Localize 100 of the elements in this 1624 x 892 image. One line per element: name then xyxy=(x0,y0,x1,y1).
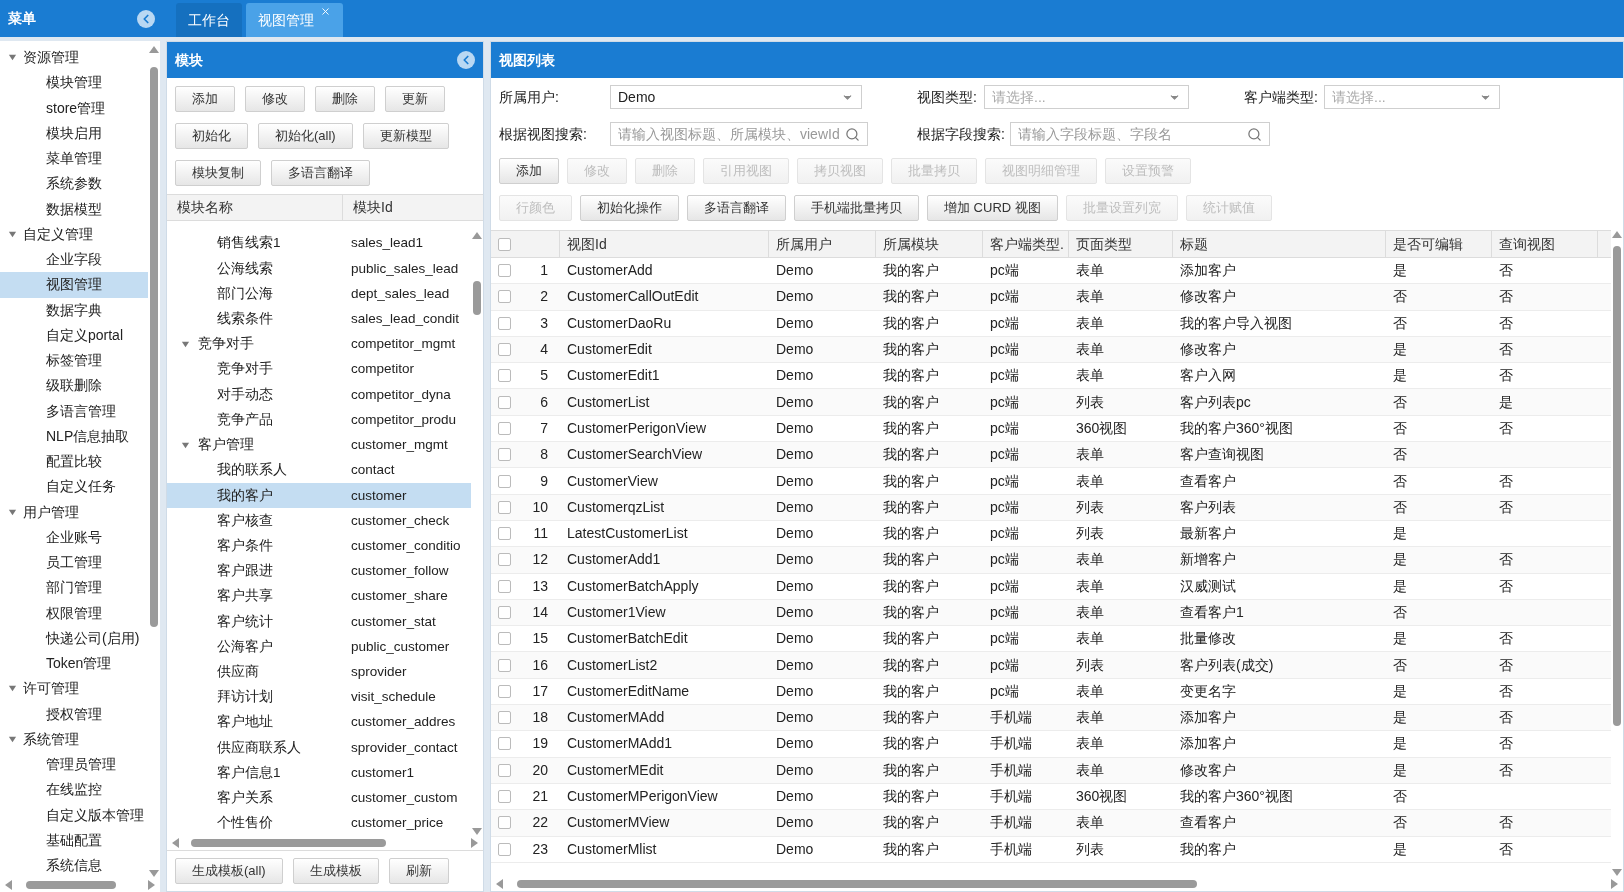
scroll-up-icon[interactable] xyxy=(472,231,482,239)
checkbox[interactable] xyxy=(498,421,511,435)
tab[interactable]: 工作台 xyxy=(176,3,242,37)
tree-row[interactable]: 客户核查 customer_check xyxy=(167,508,471,534)
column-header[interactable]: 标题 xyxy=(1173,231,1386,257)
checkbox[interactable] xyxy=(498,316,511,330)
scroll-thumb[interactable] xyxy=(26,881,116,889)
tree-row[interactable]: 拜访计划 visit_schedule xyxy=(167,684,471,710)
scroll-up-icon[interactable] xyxy=(149,45,159,53)
tree-item[interactable]: NLP信息抽取 xyxy=(0,423,148,449)
tree-row[interactable]: 公海线索 public_sales_lead xyxy=(167,256,471,282)
tree-row[interactable]: 客户地址 customer_addres xyxy=(167,709,471,736)
tree-item[interactable]: 模块管理 xyxy=(0,70,148,96)
scroll-left-icon[interactable] xyxy=(495,879,503,889)
tree-item[interactable]: 基础配置 xyxy=(0,827,148,853)
caret-icon[interactable] xyxy=(8,684,17,694)
toolbar-button[interactable]: 手机端批量拷贝 xyxy=(794,195,919,221)
close-icon[interactable] xyxy=(320,6,331,17)
scroll-left-icon[interactable] xyxy=(4,880,12,890)
scroll-down-icon[interactable] xyxy=(1612,869,1622,877)
caret-icon[interactable] xyxy=(8,229,17,239)
toolbar-button[interactable]: 初始化操作 xyxy=(580,195,679,221)
column-header[interactable]: 是否可编辑 xyxy=(1386,231,1492,257)
checkbox[interactable] xyxy=(498,816,511,830)
tree-item[interactable]: 部门管理 xyxy=(0,575,148,601)
tree-item[interactable]: 模块启用 xyxy=(0,120,148,146)
column-header[interactable]: 页面类型 xyxy=(1069,231,1173,257)
tree-row[interactable]: 供应商联系人 sprovider_contact xyxy=(167,735,471,761)
tree-row[interactable]: 客户关系 customer_custom xyxy=(167,785,471,811)
table-row[interactable]: 14 Customer1View Demo 我的客户 pc端 表单 查看客户1 否 xyxy=(491,599,1611,627)
table-row[interactable]: 8 CustomerSearchView Demo 我的客户 pc端 表单 客户查询视图 否 xyxy=(491,442,1611,469)
tree-item[interactable]: 系统信息 xyxy=(0,853,148,879)
tree-item[interactable]: 数据字典 xyxy=(0,297,148,323)
tree-row[interactable]: 部门公海 dept_sales_lead xyxy=(167,281,471,307)
tree-item[interactable]: 自定义任务 xyxy=(0,474,148,500)
tree-row[interactable]: 我的联系人 contact xyxy=(167,457,471,484)
tree-item[interactable]: 管理员管理 xyxy=(0,752,148,778)
toolbar-button[interactable]: 多语言翻译 xyxy=(271,160,370,186)
scroll-up-icon[interactable] xyxy=(1612,230,1622,238)
tree-item[interactable]: 自定义版本管理 xyxy=(0,802,148,828)
tree-row[interactable]: 客户共享 customer_share xyxy=(167,583,471,610)
tree-row[interactable]: 客户统计 customer_stat xyxy=(167,609,471,635)
scroll-left-icon[interactable] xyxy=(171,838,179,848)
tree-item[interactable]: 视图管理 xyxy=(0,272,148,298)
tree-group[interactable]: 用户管理 xyxy=(0,499,148,525)
tree-item[interactable]: 菜单管理 xyxy=(0,146,148,172)
toolbar-button[interactable]: 初始化 xyxy=(175,123,248,149)
checkbox[interactable] xyxy=(498,632,511,646)
table-row[interactable]: 2 CustomerCallOutEdit Demo 我的客户 pc端 表单 修改客户 否 否 xyxy=(491,284,1611,311)
tree-row[interactable]: 客户条件 customer_conditio xyxy=(167,533,471,559)
tree-row[interactable]: 供应商 sprovider xyxy=(167,659,471,685)
scroll-thumb[interactable] xyxy=(473,281,481,315)
checkbox[interactable] xyxy=(498,395,511,409)
tree-row[interactable]: 竞争对手 competitor_mgmt xyxy=(167,331,471,357)
tree-item[interactable]: 数据模型 xyxy=(0,196,148,222)
table-row[interactable]: 18 CustomerMAdd Demo 我的客户 手机端 表单 添加客户 是 否 xyxy=(491,705,1611,732)
table-row[interactable]: 4 CustomerEdit Demo 我的客户 pc端 表单 修改客户 是 否 xyxy=(491,336,1611,364)
tree-row[interactable]: 公海客户 public_customer xyxy=(167,634,471,660)
tree-row[interactable]: 客户跟进 customer_follow xyxy=(167,558,471,584)
checkbox[interactable] xyxy=(498,369,511,383)
collapse-icon[interactable] xyxy=(137,9,155,28)
tree-item[interactable]: store管理 xyxy=(0,95,148,121)
checkbox[interactable] xyxy=(498,527,511,541)
checkbox[interactable] xyxy=(498,553,511,567)
checkbox[interactable] xyxy=(498,658,511,672)
tree-row[interactable]: 竞争产品 competitor_produ xyxy=(167,407,471,433)
column-header[interactable]: 模块Id xyxy=(343,195,483,220)
checkbox[interactable] xyxy=(498,711,511,725)
tree-row[interactable]: 竞争对手 competitor xyxy=(167,357,471,383)
table-row[interactable]: 12 CustomerAdd1 Demo 我的客户 pc端 表单 新增客户 是 否 xyxy=(491,547,1611,574)
tree-item[interactable]: 企业账号 xyxy=(0,524,148,550)
tree-item[interactable]: 标签管理 xyxy=(0,348,148,374)
caret-icon[interactable] xyxy=(181,339,190,349)
tree-row[interactable]: 我的客户 customer xyxy=(167,483,471,509)
scroll-down-icon[interactable] xyxy=(472,828,482,836)
tree-group[interactable]: 自定义管理 xyxy=(0,221,148,247)
checkbox[interactable] xyxy=(498,763,511,777)
tree-row[interactable]: 对手动态 competitor_dyna xyxy=(167,382,471,408)
column-header[interactable]: 所属用户 xyxy=(769,231,876,257)
tree-row[interactable]: 个性售价 customer_price xyxy=(167,810,471,836)
tree-group[interactable]: 许可管理 xyxy=(0,676,148,702)
tree-group[interactable]: 系统管理 xyxy=(0,726,148,752)
checkbox[interactable] xyxy=(498,842,511,856)
checkbox[interactable] xyxy=(498,579,511,593)
toolbar-button[interactable]: 生成模板 xyxy=(292,858,379,884)
tree-item[interactable]: 配置比较 xyxy=(0,449,148,475)
column-header[interactable]: 查询视图 xyxy=(1492,231,1598,257)
tree-item[interactable]: 权限管理 xyxy=(0,600,148,626)
tree-item[interactable]: 企业字段 xyxy=(0,247,148,273)
toolbar-button[interactable]: 刷新 xyxy=(388,858,449,884)
table-row[interactable]: 22 CustomerMView Demo 我的客户 手机端 表单 查看客户 否 否 xyxy=(491,810,1611,837)
scroll-thumb[interactable] xyxy=(1613,246,1621,726)
scroll-down-icon[interactable] xyxy=(149,870,159,878)
collapse-icon[interactable] xyxy=(457,51,475,69)
tree-item[interactable]: 多语言管理 xyxy=(0,398,148,424)
table-row[interactable]: 16 CustomerList2 Demo 我的客户 pc端 列表 客户列表(成交) 否 否 xyxy=(491,652,1611,679)
checkbox[interactable] xyxy=(498,343,511,357)
checkbox[interactable] xyxy=(498,448,511,462)
column-header[interactable]: 所属模块 xyxy=(876,231,983,257)
toolbar-button[interactable]: 更新模型 xyxy=(362,123,449,149)
